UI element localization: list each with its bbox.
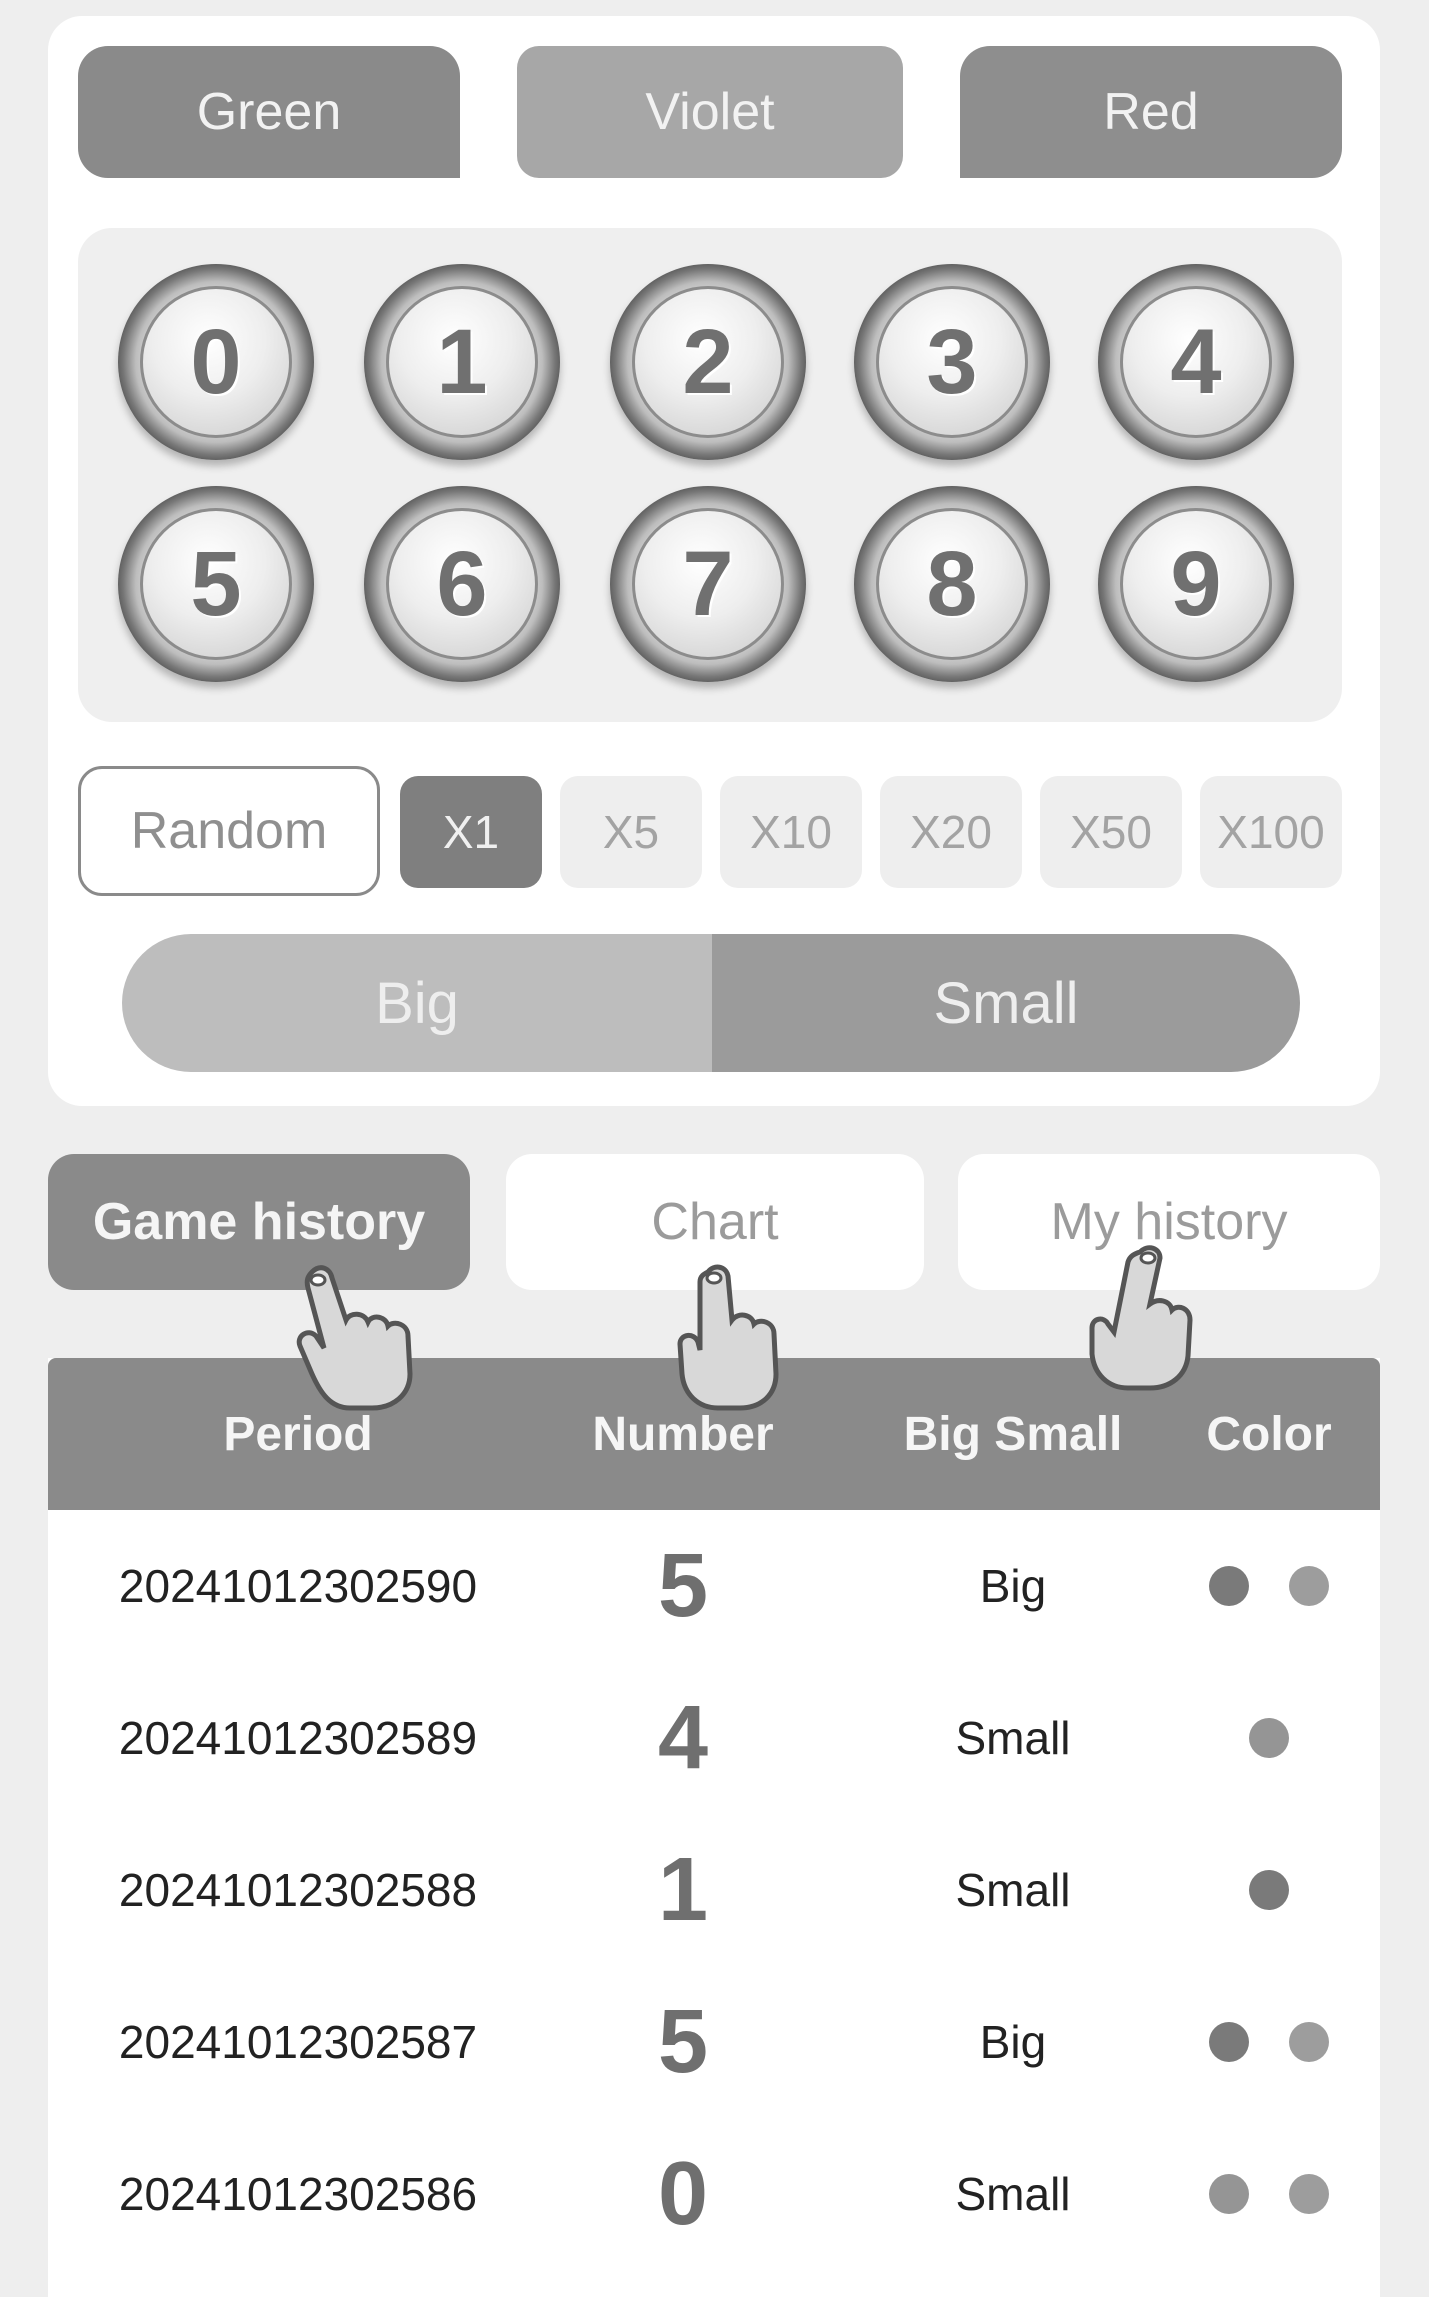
green-button[interactable]: Green [78,46,460,178]
row-period: 20241012302587 [118,2016,478,2068]
number-ball-2[interactable]: 2 [610,264,806,460]
row-period: 20241012302590 [118,1560,478,1612]
table-row: 20241012302589 4 Small [48,1662,1380,1814]
row-number: 5 [657,1535,709,1636]
color-dot [1289,1566,1329,1606]
color-dot [1209,2022,1249,2062]
table-row: 20241012302587 5 Big [48,1966,1380,2118]
ball-label: 1 [436,310,488,413]
table-row: 20241012302590 5 Big [48,1510,1380,1662]
row-period: 20241012302588 [118,1864,478,1916]
color-dot [1209,2174,1249,2214]
ball-label: 7 [682,532,734,635]
big-small-toggle: Big Small [122,934,1300,1072]
big-button[interactable]: Big [122,934,712,1072]
color-dot [1209,1566,1249,1606]
ball-label: 3 [926,310,978,413]
multiplier-row: Random X1 X5 X10 X20 X50 X100 [78,766,1342,898]
pointing-hand-icon [677,1264,779,1411]
multiplier-x20[interactable]: X20 [880,776,1022,888]
bet-panel: Green Violet Red 0 1 2 3 4 5 6 7 8 9 Ran… [48,16,1380,1106]
number-ball-4[interactable]: 4 [1098,264,1294,460]
row-color [1158,2118,1380,2270]
number-ball-1[interactable]: 1 [364,264,560,460]
row-number: 5 [657,1991,709,2092]
color-dot [1289,2022,1329,2062]
ball-label: 8 [926,532,978,635]
number-ball-7[interactable]: 7 [610,486,806,682]
table-row: 20241012302588 1 Small [48,1814,1380,1966]
ball-label: 5 [190,532,242,635]
number-ball-5[interactable]: 5 [118,486,314,682]
row-number: 4 [657,1687,709,1788]
row-big-small: Small [955,1712,1071,1764]
color-dot [1249,1718,1289,1758]
row-period: 20241012302586 [118,2168,478,2220]
pointing-hand-icon [1089,1245,1193,1391]
multiplier-x100[interactable]: X100 [1200,776,1342,888]
pointing-hand-icon [296,1265,413,1411]
ball-label: 4 [1170,310,1222,413]
game-history-table: Period Number Big Small Color 2024101230… [48,1358,1380,2297]
row-color [1158,1814,1380,1966]
number-ball-6[interactable]: 6 [364,486,560,682]
number-ball-grid: 0 1 2 3 4 5 6 7 8 9 [78,228,1342,722]
row-color [1158,1510,1380,1662]
multiplier-x5[interactable]: X5 [560,776,702,888]
row-color [1158,1662,1380,1814]
multiplier-x50[interactable]: X50 [1040,776,1182,888]
red-button[interactable]: Red [960,46,1342,178]
ball-label: 9 [1170,532,1222,635]
number-ball-0[interactable]: 0 [118,264,314,460]
row-big-small: Small [955,1864,1071,1916]
row-period: 20241012302589 [118,1712,478,1764]
table-row: 20241012302586 0 Small [48,2118,1380,2270]
number-ball-9[interactable]: 9 [1098,486,1294,682]
color-dot [1249,1870,1289,1910]
random-button[interactable]: Random [78,766,380,896]
ball-label: 0 [190,310,242,413]
violet-button[interactable]: Violet [517,46,903,178]
row-big-small: Big [979,1560,1047,1612]
color-dot [1289,2174,1329,2214]
row-number: 1 [657,1839,709,1940]
row-color [1158,1966,1380,2118]
row-big-small: Small [955,2168,1071,2220]
multiplier-x1[interactable]: X1 [400,776,542,888]
small-button[interactable]: Small [712,934,1300,1072]
number-ball-3[interactable]: 3 [854,264,1050,460]
multiplier-x10[interactable]: X10 [720,776,862,888]
row-number: 0 [657,2143,709,2244]
ball-label: 6 [436,532,488,635]
ball-label: 2 [682,310,734,413]
row-big-small: Big [979,2016,1047,2068]
number-ball-8[interactable]: 8 [854,486,1050,682]
